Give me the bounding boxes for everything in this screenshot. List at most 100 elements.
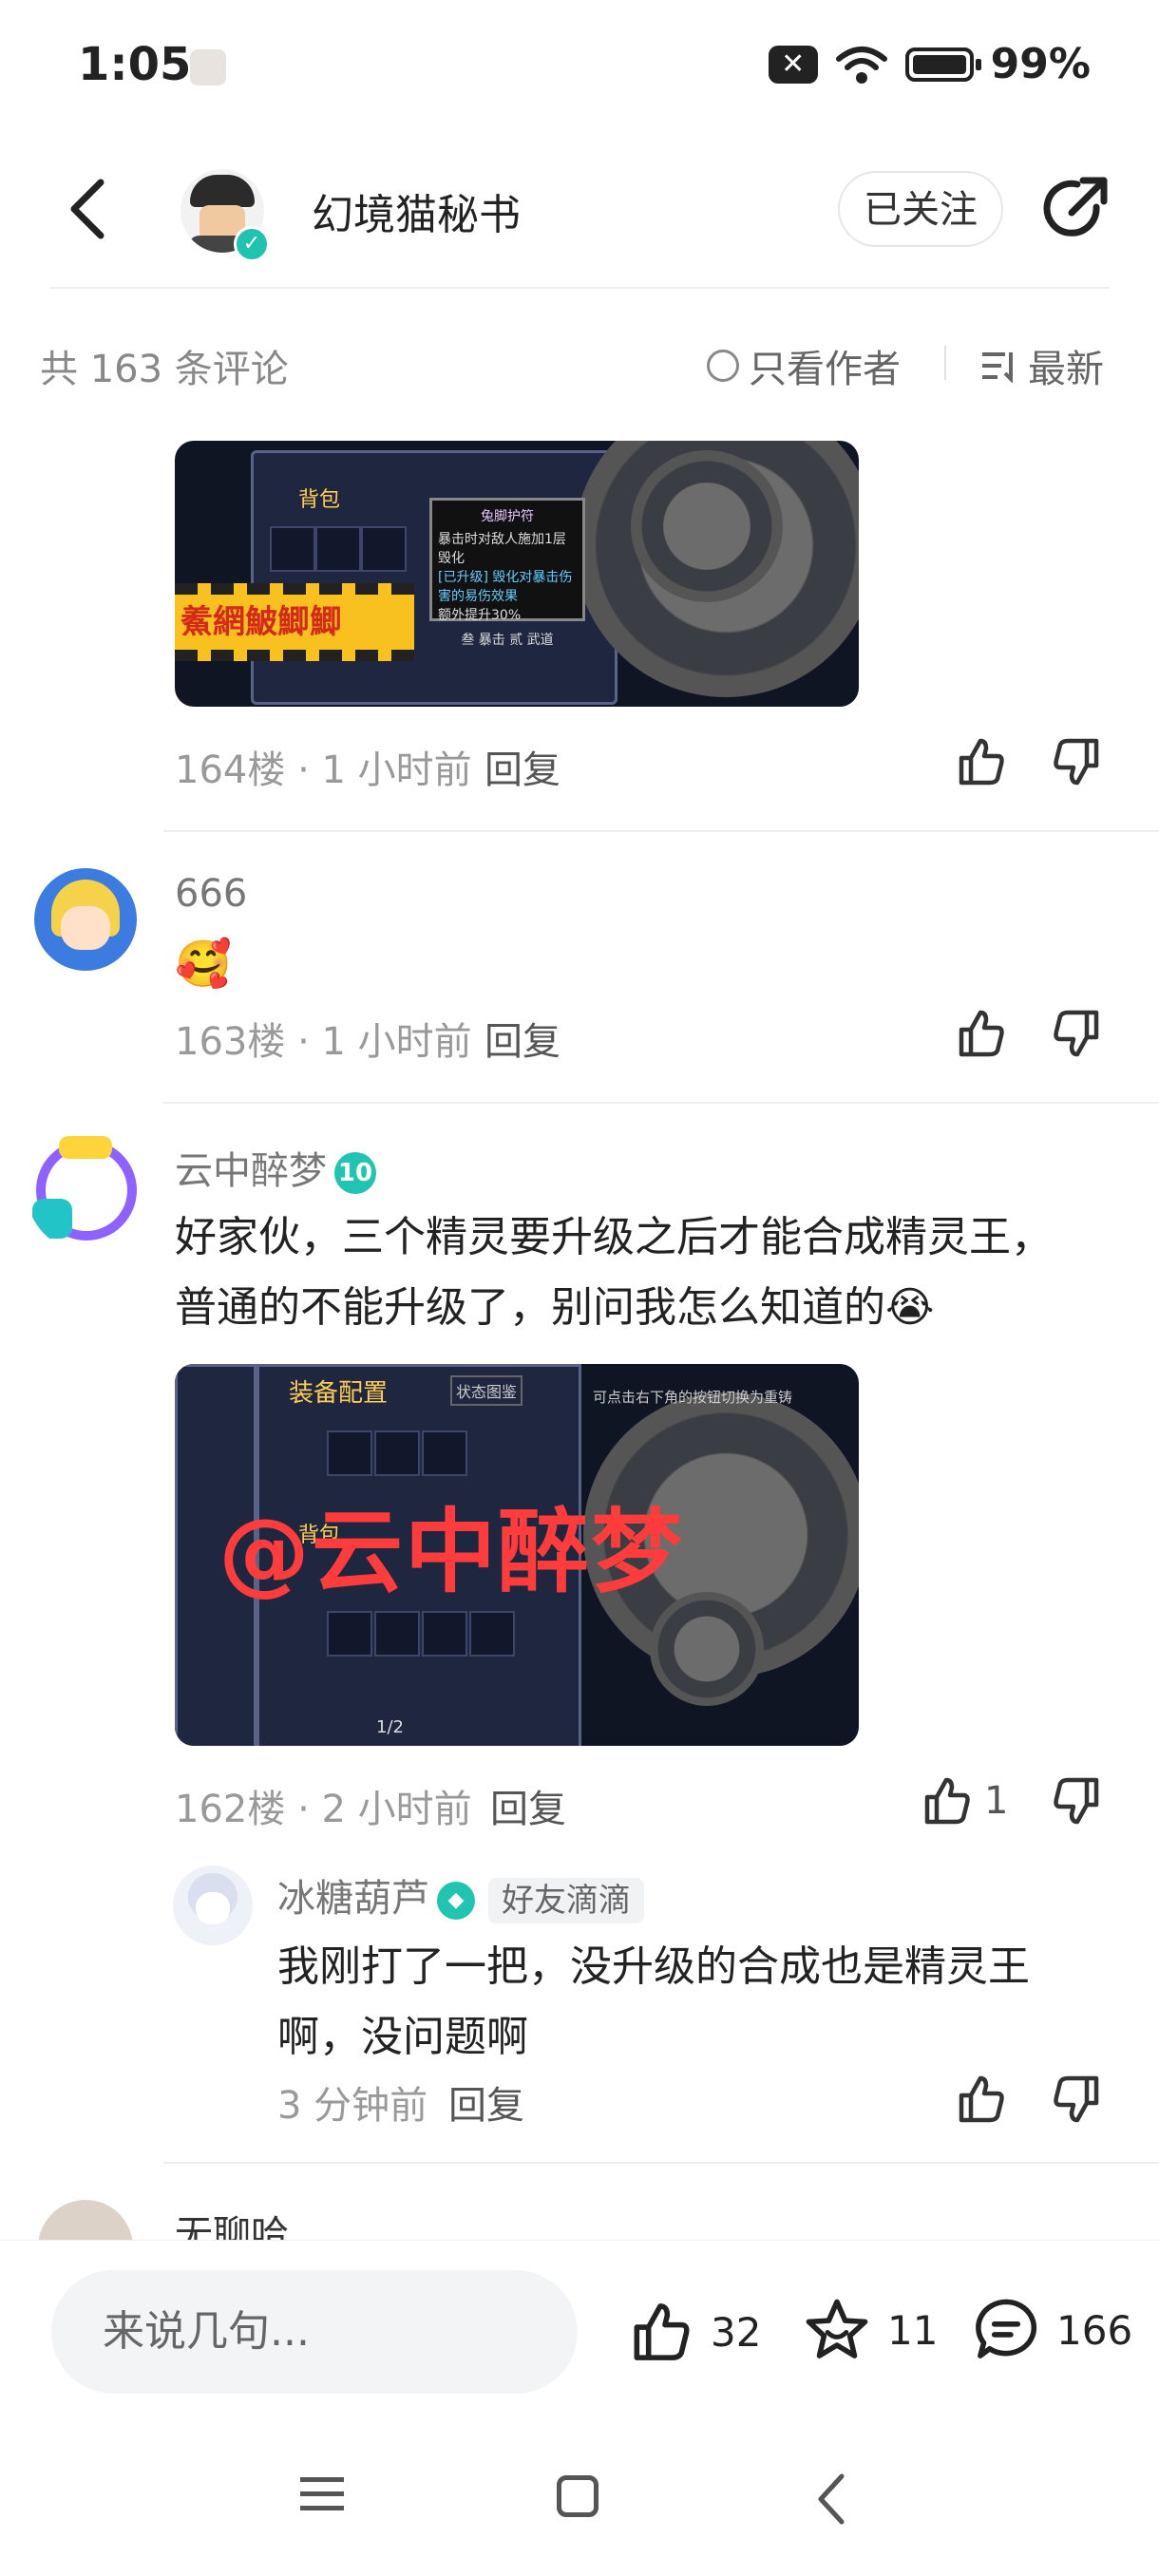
divider bbox=[944, 346, 946, 380]
commenter-name[interactable]: 666 bbox=[175, 872, 247, 916]
thumbs-up-icon bbox=[959, 738, 1004, 786]
star-icon bbox=[806, 2299, 868, 2358]
comment-count: 共 163 条评论 bbox=[40, 348, 289, 391]
commenter-name-row: 云中醉梦 10 bbox=[175, 1140, 376, 1195]
page-indicator: 1/2 bbox=[376, 1717, 404, 1737]
dislike-button[interactable] bbox=[1049, 1005, 1106, 1066]
friend-badge: 好友滴滴 bbox=[488, 1878, 644, 1923]
favorite-count: 11 bbox=[887, 2306, 939, 2354]
battery-percent: 99% bbox=[990, 40, 1091, 88]
comment-image[interactable]: 背包 鮺網鮍鯽鯽 兔脚护符 暴击时对敌人施加1层毁化 [已升级] 毁化对暴击伤害… bbox=[175, 441, 859, 707]
tooltip-line: [已升级] 毁化对暴击伤害的易伤效果 bbox=[438, 570, 573, 604]
equipment-title: 装备配置 bbox=[289, 1379, 389, 1408]
verified-icon: ✓ bbox=[234, 226, 270, 262]
level-badge: 10 bbox=[334, 1152, 376, 1194]
home-button[interactable] bbox=[557, 2475, 598, 2517]
like-count: 1 bbox=[984, 1779, 1009, 1823]
thumbs-down-icon bbox=[1054, 2075, 1099, 2123]
menu-icon bbox=[300, 2477, 344, 2510]
thumbs-up-icon bbox=[634, 2303, 690, 2360]
post-like-count: 32 bbox=[711, 2308, 762, 2356]
blocked-notification-icon: ✕ bbox=[768, 45, 818, 84]
item-tooltip: 兔脚护符 暴击时对敌人施加1层毁化 [已升级] 毁化对暴击伤害的易伤效果 额外提… bbox=[429, 498, 585, 648]
like-button[interactable] bbox=[952, 1005, 1009, 1066]
hint-text: 可点击右下角的按钮切换为重铸 bbox=[593, 1389, 793, 1406]
reply-button[interactable]: 回复 bbox=[448, 2074, 524, 2130]
diamond-icon: ◆ bbox=[437, 1882, 475, 1920]
comment-time: 1 小时前 bbox=[321, 748, 472, 792]
inventory-label: 背包 bbox=[298, 488, 341, 512]
chevron-left-icon bbox=[818, 2473, 845, 2525]
back-button[interactable] bbox=[61, 171, 118, 247]
chevron-left-icon bbox=[70, 179, 104, 239]
avatar[interactable] bbox=[27, 1130, 148, 1252]
like-button[interactable]: 1 bbox=[918, 1772, 1008, 1829]
floor-number: 164楼 bbox=[175, 748, 286, 792]
thumbs-up-icon bbox=[959, 2075, 1004, 2123]
comment-time: 1 小时前 bbox=[321, 1020, 472, 1064]
comment-divider bbox=[163, 2162, 1159, 2164]
thumbs-up-icon bbox=[959, 1010, 1004, 1057]
tooltip-line: 暴击时对敌人施加1层毁化 bbox=[438, 532, 566, 566]
watermark: @云中醉梦 bbox=[218, 1499, 684, 1605]
floor-number: 163楼 bbox=[175, 1020, 286, 1064]
dislike-button[interactable] bbox=[1049, 1772, 1106, 1833]
app-notification-icon bbox=[190, 49, 226, 85]
status-time: 1:05 bbox=[78, 38, 192, 91]
thumbs-up-icon bbox=[924, 1777, 970, 1825]
battery-icon bbox=[904, 47, 981, 82]
floor-number: 162楼 bbox=[175, 1788, 286, 1831]
thumbs-down-icon bbox=[1054, 1777, 1099, 1825]
reply-text: 我刚打了一把，没升级的合成也是精灵王啊，没问题啊 bbox=[277, 1942, 1030, 2061]
comment-text: 好家伙，三个精灵要升级之后才能合成精灵王，普通的不能升级了，别问我怎么知道的😭 bbox=[175, 1213, 1053, 1332]
comment-divider bbox=[163, 830, 1159, 832]
thumbs-down-icon bbox=[1054, 1010, 1099, 1057]
tooltip-footer: 叁 暴击 贰 武道 bbox=[461, 633, 554, 648]
favorite-button[interactable]: 11 bbox=[800, 2295, 938, 2365]
comment-divider bbox=[163, 1102, 1159, 1104]
comment-emoji: 🥰 bbox=[175, 938, 232, 991]
avatar[interactable] bbox=[173, 1866, 253, 1945]
system-back-button[interactable] bbox=[813, 2466, 851, 2544]
author-only-toggle[interactable]: 只看作者 bbox=[707, 338, 901, 393]
comment-input[interactable]: 来说几句... bbox=[51, 2270, 578, 2394]
comment-time: 2 小时前 bbox=[321, 1788, 472, 1831]
comment-total: 166 bbox=[1056, 2306, 1133, 2354]
wifi-icon bbox=[835, 46, 887, 84]
tooltip-line: 额外提升30% bbox=[438, 608, 522, 623]
like-button[interactable] bbox=[952, 733, 1009, 794]
state-label: 状态图鉴 bbox=[450, 1375, 523, 1406]
reply-button[interactable]: 回复 bbox=[484, 1011, 560, 1066]
header-divider bbox=[49, 287, 1110, 289]
sort-label: 最新 bbox=[1028, 348, 1104, 391]
comment-meta: 164楼 · 1 小时前 bbox=[175, 748, 472, 792]
reply-button[interactable]: 回复 bbox=[490, 1778, 566, 1833]
comment-image[interactable]: 装备配置 状态图鉴 背包 可点击右下角的按钮切换为重铸 1/2 @云中醉梦 bbox=[175, 1364, 859, 1746]
dislike-button[interactable] bbox=[1049, 2071, 1106, 2131]
reply-time: 3 分钟前 bbox=[277, 2084, 428, 2128]
thumbs-down-icon bbox=[1054, 738, 1099, 786]
avatar[interactable] bbox=[34, 868, 137, 971]
dislike-button[interactable] bbox=[1049, 733, 1106, 794]
comments-button[interactable]: 166 bbox=[969, 2295, 1132, 2365]
share-icon bbox=[1043, 177, 1108, 237]
share-button[interactable] bbox=[1039, 173, 1112, 245]
commenter-name[interactable]: 冰糖葫芦 bbox=[277, 1877, 429, 1921]
comment-meta: 162楼 · 2 小时前 bbox=[175, 1788, 472, 1831]
sort-button[interactable]: 最新 bbox=[980, 338, 1104, 393]
post-like-button[interactable]: 32 bbox=[623, 2297, 761, 2367]
sort-icon bbox=[982, 352, 1013, 383]
comment-meta: 163楼 · 1 小时前 bbox=[175, 1020, 472, 1064]
status-icons: ✕ 99% bbox=[768, 40, 1091, 88]
comment-icon bbox=[976, 2299, 1037, 2358]
author-only-label: 只看作者 bbox=[749, 348, 901, 391]
radio-icon bbox=[707, 350, 739, 382]
banner: 鮺網鮍鯽鯽 bbox=[175, 583, 414, 661]
author-name[interactable]: 幻境猫秘书 bbox=[312, 180, 521, 241]
like-button[interactable] bbox=[952, 2071, 1009, 2131]
tooltip-title: 兔脚护符 bbox=[481, 509, 534, 524]
follow-button[interactable]: 已关注 bbox=[838, 171, 1003, 247]
commenter-name[interactable]: 云中醉梦 bbox=[175, 1149, 327, 1193]
recent-apps-button[interactable] bbox=[300, 2475, 344, 2513]
reply-button[interactable]: 回复 bbox=[484, 739, 560, 794]
